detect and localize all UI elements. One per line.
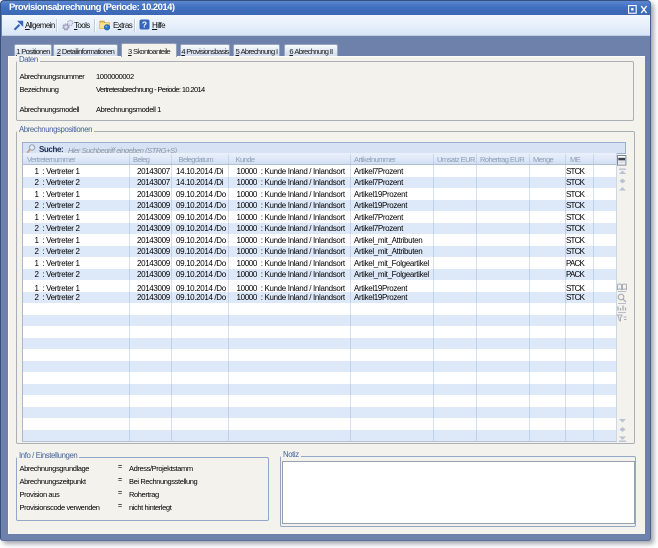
svg-text:?: ? <box>142 20 147 30</box>
